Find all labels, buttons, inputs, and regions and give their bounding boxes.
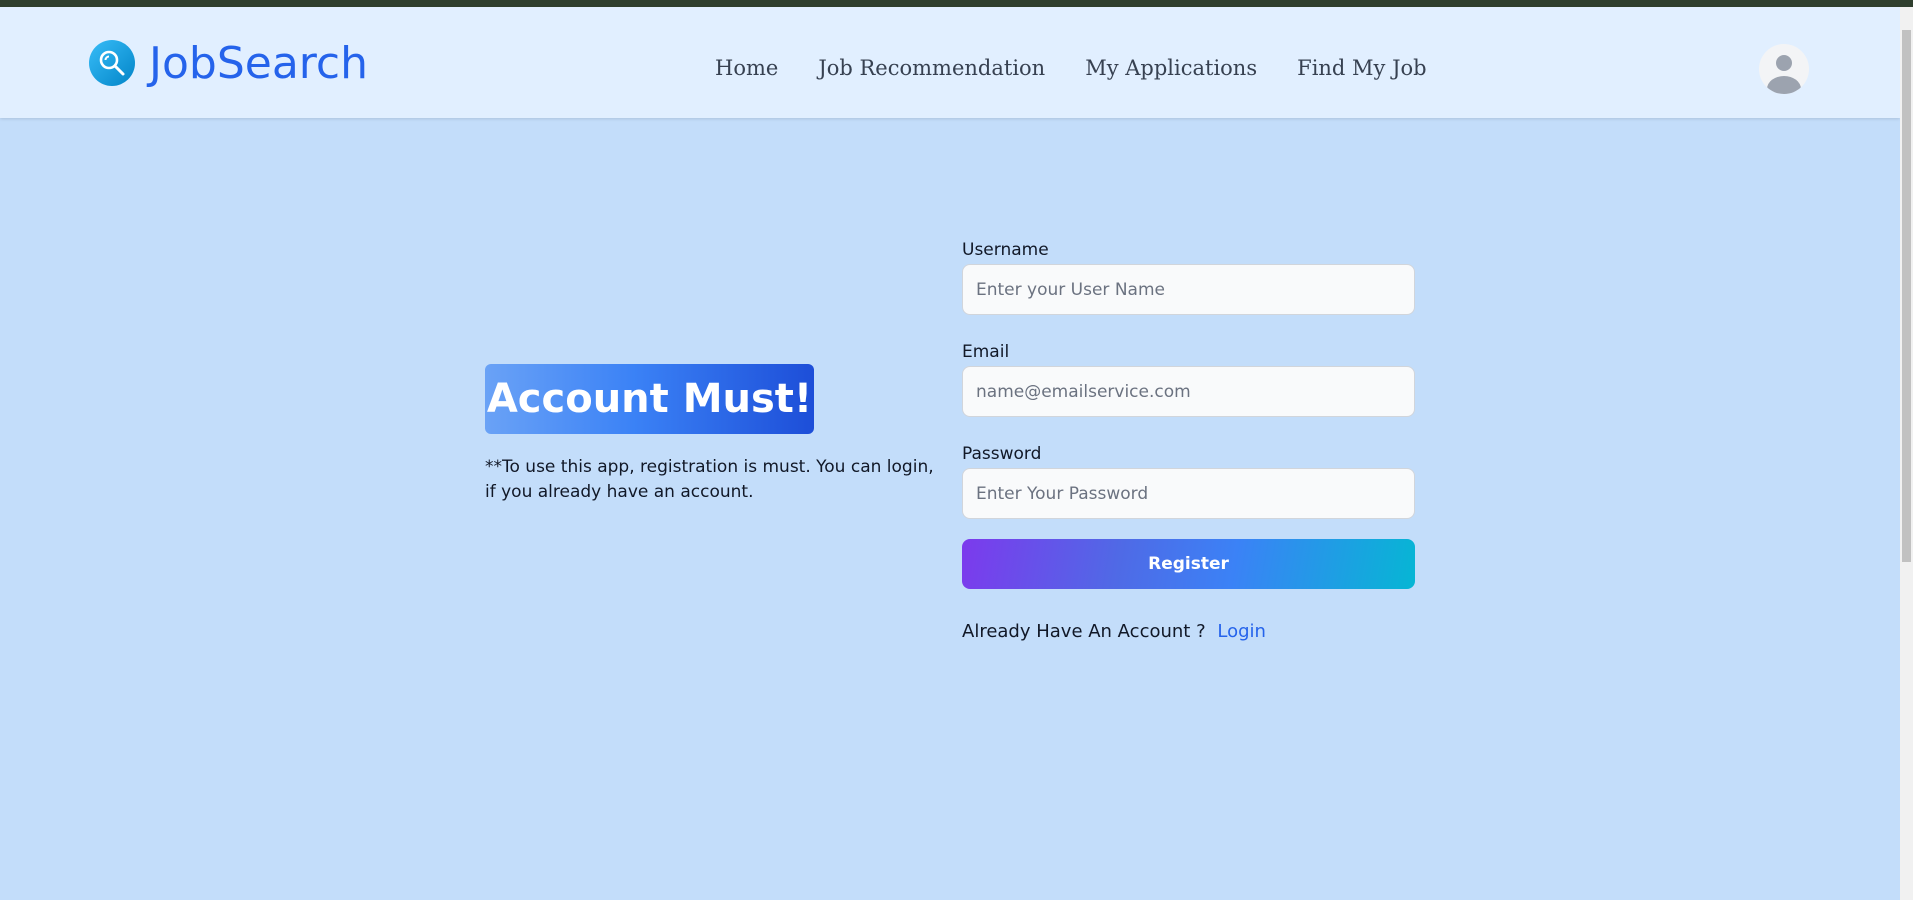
main-nav: Home Job Recommendation My Applications … <box>715 48 1467 88</box>
user-avatar-icon[interactable] <box>1759 44 1809 94</box>
login-link[interactable]: Login <box>1217 621 1266 642</box>
page-scrollbar-thumb[interactable] <box>1902 30 1911 562</box>
username-label: Username <box>962 240 1049 260</box>
login-prompt: Already Have An Account ? <box>962 621 1206 642</box>
hero-headline: Account Must! <box>486 376 813 422</box>
email-label: Email <box>962 342 1010 362</box>
password-field[interactable] <box>962 468 1415 519</box>
registration-note: **To use this app, registration is must.… <box>485 457 934 502</box>
email-field[interactable] <box>962 366 1415 417</box>
navbar: JobSearch Home Job Recommendation My App… <box>0 7 1900 118</box>
nav-my-applications[interactable]: My Applications <box>1085 56 1257 80</box>
nav-job-recommendation[interactable]: Job Recommendation <box>818 56 1045 80</box>
register-button[interactable]: Register <box>962 539 1415 589</box>
window-top-strip <box>0 0 1913 7</box>
username-field[interactable] <box>962 264 1415 315</box>
brand-logo-link[interactable]: JobSearch <box>89 33 368 93</box>
search-icon <box>89 40 135 86</box>
password-label: Password <box>962 444 1042 464</box>
nav-find-my-job[interactable]: Find My Job <box>1297 56 1426 80</box>
hero-headline-box: Account Must! <box>485 364 814 434</box>
login-row: Already Have An Account ? Login <box>962 621 1266 642</box>
nav-home[interactable]: Home <box>715 56 778 80</box>
brand-name: JobSearch <box>149 37 368 89</box>
